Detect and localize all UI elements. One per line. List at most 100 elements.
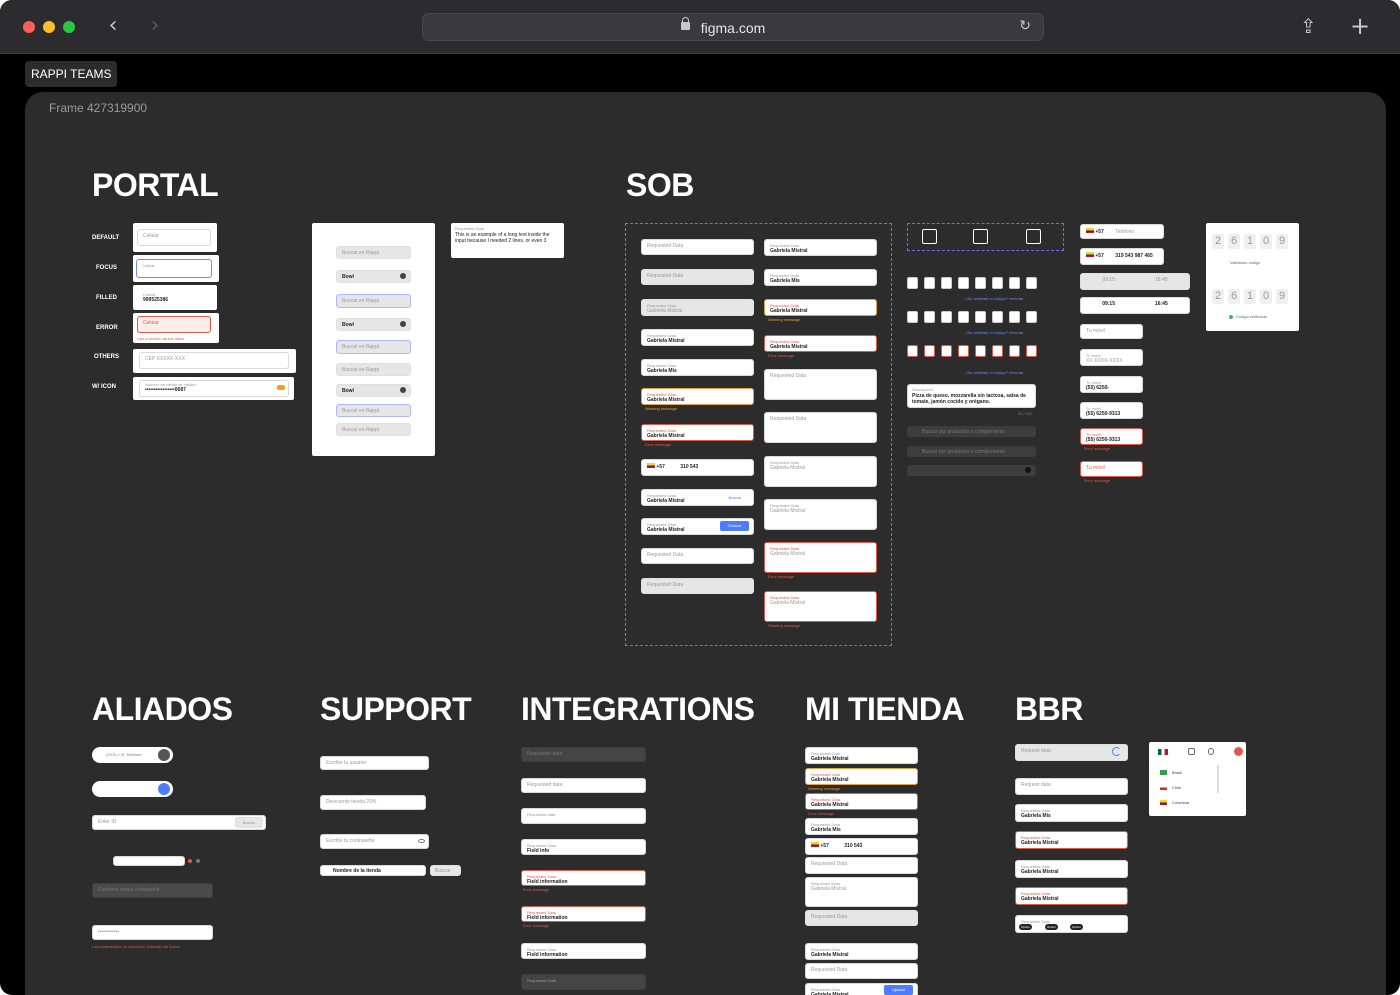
support-store-input[interactable]: Nombre de la tienda [320,865,426,876]
otp-box[interactable] [941,277,952,289]
phone-input-filled[interactable]: +57 319 543 987 465 [1080,248,1164,265]
share-icon[interactable]: ⇪ [1300,14,1317,38]
otp-box[interactable] [907,277,918,289]
send-icon[interactable] [158,749,170,761]
sob-input-hover[interactable]: Requested Data [641,269,754,285]
mobile-input-mask[interactable]: Tu móvil XX XXXX-XXXX [1080,349,1143,366]
resend-link[interactable]: ¿No recibiste el código? reenviar [965,370,1023,375]
address-bar[interactable]: figma.com ↻ [422,13,1044,41]
chip[interactable]: Option [1019,924,1032,930]
mobile-input-typing[interactable]: Tu móvil (55) 6250- [1080,376,1143,393]
country-option[interactable]: Colombia [1172,800,1189,805]
bbr-input-loading[interactable]: Request data [1015,744,1128,761]
sob-phone-input[interactable]: +57 310 543 [641,459,754,476]
avatar[interactable] [1234,747,1243,756]
send-icon-active[interactable] [158,783,170,795]
search-input-default[interactable]: Buscar en Rappi [336,246,411,259]
integrations-input-default[interactable]: Requested data [521,778,646,793]
bbr-select-typing[interactable]: Requested Data Gabriela Mis [1015,804,1128,822]
support-discount-input[interactable]: Descuento tienda 20% [320,795,426,810]
stepper-3[interactable] [1026,229,1041,244]
sob2-input-typing[interactable]: Requested Data Gabriela Mis [764,269,877,286]
otp-box[interactable] [907,311,918,323]
clear-icon[interactable] [400,387,406,393]
long-text-card[interactable]: Requested Data This is an example of a l… [451,223,564,258]
otp-box[interactable] [1009,311,1020,323]
otp-box-error[interactable] [975,345,986,357]
otp-box[interactable] [975,277,986,289]
sob2-textarea-error[interactable]: Requested Data Gabriela Mistral [764,542,877,573]
portal-filled-input[interactable]: Celular 999525386 [137,288,211,307]
product-search-input-3[interactable] [907,465,1036,476]
sob-input-filled[interactable]: Requested Data Gabriela Mistral [641,329,754,346]
otp-box[interactable] [1026,311,1037,323]
otp-box[interactable] [941,311,952,323]
stepper-2[interactable] [973,229,988,244]
aliados-confirm-password[interactable]: Confirma nueva contraseña [92,883,213,898]
sob-input-buscar[interactable]: Requested Data Gabriela Mistral Buscar [641,489,754,506]
otp-box[interactable] [924,277,935,289]
bbr-select-default[interactable]: Request data [1015,778,1128,795]
sob-input-disabled-2[interactable]: Requested Data [641,578,754,594]
tienda-textarea[interactable]: Requested Data Gabriela Mistral [805,877,918,907]
integrations-input-error-2[interactable]: Requested Data Field information [521,906,646,922]
search-input-focus[interactable]: Buscar en Rappi [336,294,411,308]
portal-focus-input[interactable]: Celular [136,259,212,278]
search-input-focus-2[interactable]: Buscar en Rappi [336,404,411,417]
bbr-select-filled[interactable]: Requested Data Gabriela Mistral [1015,860,1128,878]
sob2-textarea-filled[interactable]: Requested Data Gabriela Mistral [764,456,877,487]
resend-link[interactable]: ¿No recibiste el código? reenviar [965,330,1023,335]
sob-input-error[interactable]: Requested Data Gabriela Mistral [641,424,754,441]
clear-icon[interactable] [1025,467,1031,473]
search-input-disabled[interactable]: Buscar en Rappi [336,423,411,436]
clear-icon[interactable] [400,321,406,327]
sob2-input-filled[interactable]: Requested Data Gabriela Mistral [764,239,877,256]
mobile-input-error-empty[interactable]: Tu móvil [1080,461,1143,477]
integrations-input-filled-2[interactable]: Requested Data Field information [521,943,646,959]
frame-label[interactable]: Frame 427319900 [49,101,147,115]
forward-icon[interactable]: › [143,15,167,39]
country-option[interactable]: Chile [1172,785,1181,790]
tienda-input-info[interactable]: Requested Data Gabriela Mistral [805,943,918,960]
country-option[interactable]: Brasil [1172,770,1182,775]
portal-default-input[interactable]: Celular [137,229,211,246]
integrations-input-filled[interactable]: Requested Data Field info [521,839,646,855]
buscar-link[interactable]: Buscar [729,495,741,500]
chip[interactable]: Option [1045,924,1058,930]
sob2-textarea-default[interactable]: Requested Data [764,369,877,400]
search-input-active[interactable]: Buscar en Rappi [336,340,411,354]
aliados-small-input[interactable] [113,856,185,866]
bbr-select-error[interactable]: Requested Data Gabriela Mistral [1015,831,1128,849]
box-icon[interactable] [1188,748,1195,755]
sob-input-disabled[interactable]: Requested Data Gabriela Mistral [641,299,754,316]
bbr-select-error-2[interactable]: Requested Data Gabriela Mistral [1015,887,1128,905]
time-range-input-filled[interactable]: 09:15 16:45 [1080,297,1190,314]
otp-box[interactable] [958,311,969,323]
sob2-input-error[interactable]: Requested Data Gabriela Mistral [764,335,877,352]
search-input-hover[interactable]: Buscar en Rappi [336,363,411,376]
otp-box[interactable] [958,277,969,289]
team-badge[interactable]: RAPPI TEAMS [25,61,118,87]
otp-box-error[interactable] [924,345,935,357]
tienda-input-error[interactable]: Requested Data Gabriela Mistral [805,793,918,810]
otp-box-error[interactable] [992,345,1003,357]
aliados-search-button[interactable]: Buscar [235,817,263,828]
otp-box[interactable] [992,311,1003,323]
otp-box[interactable] [924,311,935,323]
tienda-input-filled[interactable]: Requested Data Gabriela Mistral [805,747,918,764]
scrollbar[interactable] [1217,765,1219,793]
otp-box-error[interactable] [1009,345,1020,357]
product-search-input[interactable]: Buscar por productos o complemento [907,426,1036,437]
otp-box[interactable] [1026,277,1037,289]
mexico-flag-icon[interactable] [1158,749,1168,755]
otp-box-error[interactable] [907,345,918,357]
support-password-input[interactable]: Escribe tu contraseña [320,834,429,849]
zoom-window-button[interactable] [63,21,75,33]
new-tab-icon[interactable]: + [1350,12,1370,40]
portal-card-input[interactable]: Número de cartão de crédito •••••••••••••… [139,380,289,397]
mobile-input[interactable]: Tu móvil [1080,324,1143,339]
stepper-1[interactable] [922,229,937,244]
portal-others-input[interactable]: CEP XXXXX-XXX [139,352,289,369]
otp-box-error[interactable] [958,345,969,357]
integrations-input-disabled-2[interactable]: Requested Data [521,974,646,990]
